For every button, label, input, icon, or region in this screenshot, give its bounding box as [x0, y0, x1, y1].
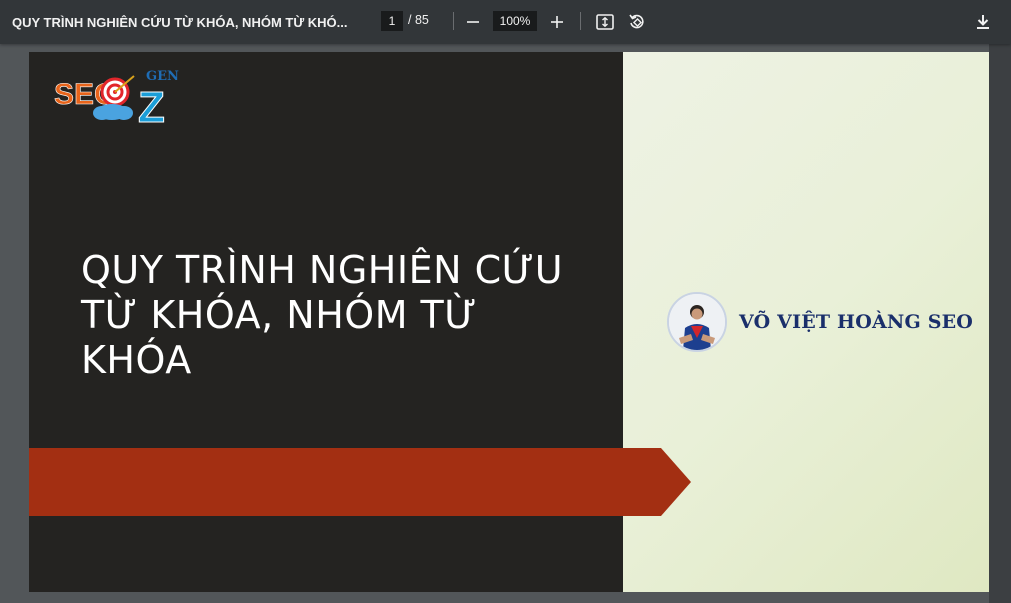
author-name: VÕ VIỆT HOÀNG SEO: [739, 311, 974, 333]
zoom-input[interactable]: 100%: [493, 11, 537, 31]
pdf-page: SEO GEN Z QUY TRÌNH NGHIÊN CỨU TỪ KHÓA, …: [29, 52, 989, 592]
fit-page-icon: [596, 14, 614, 30]
page-number-input[interactable]: 1: [381, 11, 403, 31]
rotate-icon: [629, 14, 644, 29]
slide-title-line: KHÓA: [81, 338, 192, 382]
viewer-scrollbar-track[interactable]: [989, 44, 1011, 603]
zoom-in-button[interactable]: [544, 9, 570, 35]
seo-gen-z-logo: SEO GEN Z: [54, 69, 179, 124]
toolbar-divider: [580, 12, 581, 30]
download-button[interactable]: [970, 9, 996, 35]
author-block: VÕ VIỆT HOÀNG SEO: [667, 292, 973, 352]
download-icon: [977, 15, 989, 29]
svg-text:GEN: GEN: [146, 69, 179, 84]
author-avatar: [667, 292, 727, 352]
fit-to-page-button[interactable]: [592, 9, 618, 35]
svg-text:Z: Z: [138, 83, 165, 124]
rotate-button[interactable]: [624, 9, 650, 35]
ribbon-arrow: [29, 448, 691, 516]
document-title: QUY TRÌNH NGHIÊN CỨU TỪ KHÓA, NHÓM TỪ KH…: [12, 14, 348, 30]
pdf-toolbar: QUY TRÌNH NGHIÊN CỨU TỪ KHÓA, NHÓM TỪ KH…: [0, 0, 1011, 44]
zoom-out-button[interactable]: [460, 9, 486, 35]
slide-title-line: QUY TRÌNH NGHIÊN CỨU: [81, 248, 564, 292]
plus-icon: [551, 16, 563, 28]
page-total: / 85: [408, 13, 429, 27]
minus-icon: [467, 21, 479, 23]
toolbar-divider: [453, 12, 454, 30]
slide-title: QUY TRÌNH NGHIÊN CỨU TỪ KHÓA, NHÓM TỪ KH…: [81, 248, 581, 383]
slide-title-line: TỪ KHÓA, NHÓM TỪ: [81, 293, 478, 337]
